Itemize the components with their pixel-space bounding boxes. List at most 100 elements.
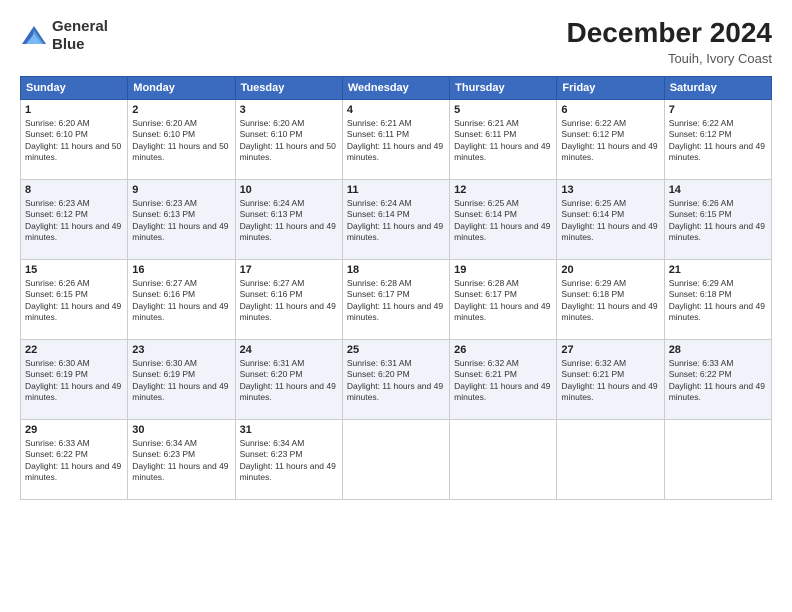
- calendar-week-row: 22 Sunrise: 6:30 AMSunset: 6:19 PMDaylig…: [21, 339, 772, 419]
- table-row: 12 Sunrise: 6:25 AMSunset: 6:14 PMDaylig…: [450, 179, 557, 259]
- table-row: 13 Sunrise: 6:25 AMSunset: 6:14 PMDaylig…: [557, 179, 664, 259]
- day-info: Sunrise: 6:22 AMSunset: 6:12 PMDaylight:…: [669, 118, 767, 164]
- day-info: Sunrise: 6:21 AMSunset: 6:11 PMDaylight:…: [347, 118, 445, 164]
- calendar-week-row: 29 Sunrise: 6:33 AMSunset: 6:22 PMDaylig…: [21, 419, 772, 499]
- table-row: 30 Sunrise: 6:34 AMSunset: 6:23 PMDaylig…: [128, 419, 235, 499]
- day-number: 26: [454, 344, 552, 356]
- day-info: Sunrise: 6:20 AMSunset: 6:10 PMDaylight:…: [132, 118, 230, 164]
- day-number: 17: [240, 264, 338, 276]
- table-row: 2 Sunrise: 6:20 AMSunset: 6:10 PMDayligh…: [128, 99, 235, 179]
- day-info: Sunrise: 6:29 AMSunset: 6:18 PMDaylight:…: [669, 278, 767, 324]
- day-info: Sunrise: 6:27 AMSunset: 6:16 PMDaylight:…: [132, 278, 230, 324]
- table-row: 7 Sunrise: 6:22 AMSunset: 6:12 PMDayligh…: [664, 99, 771, 179]
- day-number: 11: [347, 184, 445, 196]
- calendar-header-row: Sunday Monday Tuesday Wednesday Thursday…: [21, 76, 772, 99]
- table-row: 8 Sunrise: 6:23 AMSunset: 6:12 PMDayligh…: [21, 179, 128, 259]
- header-tuesday: Tuesday: [235, 76, 342, 99]
- logo-line2: Blue: [52, 36, 108, 54]
- day-number: 9: [132, 184, 230, 196]
- day-info: Sunrise: 6:31 AMSunset: 6:20 PMDaylight:…: [347, 358, 445, 404]
- header-saturday: Saturday: [664, 76, 771, 99]
- title-block: December 2024 Touih, Ivory Coast: [567, 18, 772, 66]
- day-number: 2: [132, 104, 230, 116]
- month-title: December 2024: [567, 18, 772, 49]
- day-info: Sunrise: 6:34 AMSunset: 6:23 PMDaylight:…: [240, 438, 338, 484]
- day-info: Sunrise: 6:28 AMSunset: 6:17 PMDaylight:…: [454, 278, 552, 324]
- day-info: Sunrise: 6:30 AMSunset: 6:19 PMDaylight:…: [132, 358, 230, 404]
- day-number: 1: [25, 104, 123, 116]
- table-row: 18 Sunrise: 6:28 AMSunset: 6:17 PMDaylig…: [342, 259, 449, 339]
- header-sunday: Sunday: [21, 76, 128, 99]
- day-number: 27: [561, 344, 659, 356]
- location: Touih, Ivory Coast: [567, 51, 772, 66]
- table-row: 27 Sunrise: 6:32 AMSunset: 6:21 PMDaylig…: [557, 339, 664, 419]
- table-row: 19 Sunrise: 6:28 AMSunset: 6:17 PMDaylig…: [450, 259, 557, 339]
- day-number: 19: [454, 264, 552, 276]
- day-info: Sunrise: 6:23 AMSunset: 6:13 PMDaylight:…: [132, 198, 230, 244]
- table-row: 10 Sunrise: 6:24 AMSunset: 6:13 PMDaylig…: [235, 179, 342, 259]
- day-number: 13: [561, 184, 659, 196]
- logo-line1: General: [52, 18, 108, 36]
- table-row: 11 Sunrise: 6:24 AMSunset: 6:14 PMDaylig…: [342, 179, 449, 259]
- day-number: 25: [347, 344, 445, 356]
- day-info: Sunrise: 6:23 AMSunset: 6:12 PMDaylight:…: [25, 198, 123, 244]
- header-monday: Monday: [128, 76, 235, 99]
- day-number: 3: [240, 104, 338, 116]
- day-number: 23: [132, 344, 230, 356]
- empty-cell: [557, 419, 664, 499]
- day-info: Sunrise: 6:24 AMSunset: 6:13 PMDaylight:…: [240, 198, 338, 244]
- table-row: 29 Sunrise: 6:33 AMSunset: 6:22 PMDaylig…: [21, 419, 128, 499]
- day-info: Sunrise: 6:32 AMSunset: 6:21 PMDaylight:…: [561, 358, 659, 404]
- logo: General Blue: [20, 18, 108, 54]
- header-friday: Friday: [557, 76, 664, 99]
- calendar-week-row: 15 Sunrise: 6:26 AMSunset: 6:15 PMDaylig…: [21, 259, 772, 339]
- day-number: 16: [132, 264, 230, 276]
- page: General Blue December 2024 Touih, Ivory …: [0, 0, 792, 612]
- day-number: 12: [454, 184, 552, 196]
- table-row: 25 Sunrise: 6:31 AMSunset: 6:20 PMDaylig…: [342, 339, 449, 419]
- empty-cell: [342, 419, 449, 499]
- calendar: Sunday Monday Tuesday Wednesday Thursday…: [20, 76, 772, 500]
- day-info: Sunrise: 6:20 AMSunset: 6:10 PMDaylight:…: [240, 118, 338, 164]
- day-info: Sunrise: 6:20 AMSunset: 6:10 PMDaylight:…: [25, 118, 123, 164]
- day-info: Sunrise: 6:25 AMSunset: 6:14 PMDaylight:…: [561, 198, 659, 244]
- day-number: 8: [25, 184, 123, 196]
- logo-text: General Blue: [52, 18, 108, 54]
- table-row: 17 Sunrise: 6:27 AMSunset: 6:16 PMDaylig…: [235, 259, 342, 339]
- day-info: Sunrise: 6:26 AMSunset: 6:15 PMDaylight:…: [25, 278, 123, 324]
- table-row: 3 Sunrise: 6:20 AMSunset: 6:10 PMDayligh…: [235, 99, 342, 179]
- day-number: 4: [347, 104, 445, 116]
- table-row: 15 Sunrise: 6:26 AMSunset: 6:15 PMDaylig…: [21, 259, 128, 339]
- table-row: 14 Sunrise: 6:26 AMSunset: 6:15 PMDaylig…: [664, 179, 771, 259]
- empty-cell: [664, 419, 771, 499]
- day-number: 21: [669, 264, 767, 276]
- day-info: Sunrise: 6:31 AMSunset: 6:20 PMDaylight:…: [240, 358, 338, 404]
- calendar-week-row: 8 Sunrise: 6:23 AMSunset: 6:12 PMDayligh…: [21, 179, 772, 259]
- day-number: 28: [669, 344, 767, 356]
- table-row: 6 Sunrise: 6:22 AMSunset: 6:12 PMDayligh…: [557, 99, 664, 179]
- day-number: 10: [240, 184, 338, 196]
- day-info: Sunrise: 6:34 AMSunset: 6:23 PMDaylight:…: [132, 438, 230, 484]
- header-wednesday: Wednesday: [342, 76, 449, 99]
- header: General Blue December 2024 Touih, Ivory …: [20, 18, 772, 66]
- table-row: 5 Sunrise: 6:21 AMSunset: 6:11 PMDayligh…: [450, 99, 557, 179]
- table-row: 22 Sunrise: 6:30 AMSunset: 6:19 PMDaylig…: [21, 339, 128, 419]
- day-info: Sunrise: 6:30 AMSunset: 6:19 PMDaylight:…: [25, 358, 123, 404]
- day-number: 22: [25, 344, 123, 356]
- day-number: 6: [561, 104, 659, 116]
- table-row: 9 Sunrise: 6:23 AMSunset: 6:13 PMDayligh…: [128, 179, 235, 259]
- day-number: 24: [240, 344, 338, 356]
- day-info: Sunrise: 6:25 AMSunset: 6:14 PMDaylight:…: [454, 198, 552, 244]
- day-info: Sunrise: 6:33 AMSunset: 6:22 PMDaylight:…: [669, 358, 767, 404]
- day-number: 15: [25, 264, 123, 276]
- table-row: 26 Sunrise: 6:32 AMSunset: 6:21 PMDaylig…: [450, 339, 557, 419]
- day-number: 31: [240, 424, 338, 436]
- logo-icon: [20, 22, 48, 50]
- day-number: 20: [561, 264, 659, 276]
- table-row: 23 Sunrise: 6:30 AMSunset: 6:19 PMDaylig…: [128, 339, 235, 419]
- day-info: Sunrise: 6:29 AMSunset: 6:18 PMDaylight:…: [561, 278, 659, 324]
- day-info: Sunrise: 6:26 AMSunset: 6:15 PMDaylight:…: [669, 198, 767, 244]
- day-number: 18: [347, 264, 445, 276]
- table-row: 4 Sunrise: 6:21 AMSunset: 6:11 PMDayligh…: [342, 99, 449, 179]
- day-number: 29: [25, 424, 123, 436]
